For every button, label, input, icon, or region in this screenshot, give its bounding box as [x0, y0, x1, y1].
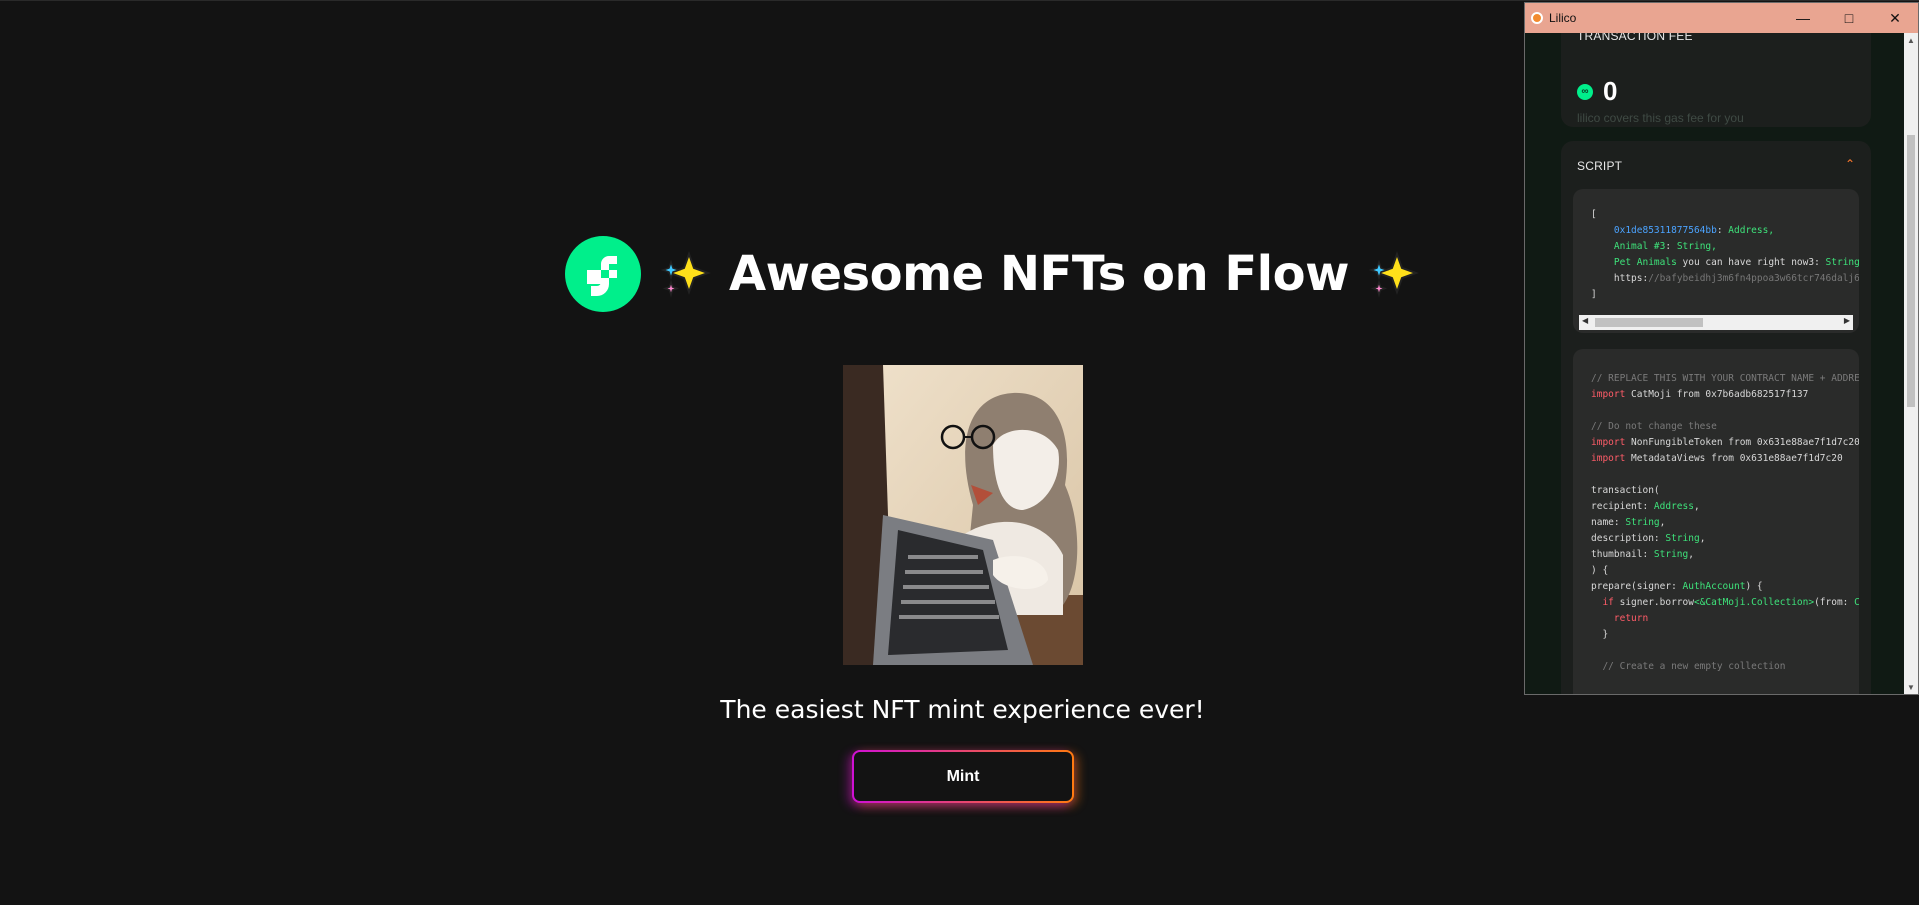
page-title: Awesome NFTs on Flow: [729, 246, 1349, 302]
sparkles-icon: [1368, 251, 1419, 298]
code-line: signer.borrow: [1613, 597, 1694, 608]
code-line: // Create a new empty collection: [1591, 661, 1786, 672]
arg-value: you can have right now3: [1676, 257, 1815, 268]
scroll-right-icon[interactable]: ▶: [1844, 316, 1850, 325]
fee-value: 0: [1603, 76, 1618, 106]
scroll-thumb[interactable]: [1595, 318, 1703, 327]
args-close: ]: [1591, 289, 1597, 300]
scroll-left-icon[interactable]: ◀: [1582, 316, 1588, 325]
code-keyword: if: [1591, 597, 1614, 608]
code-type: String: [1665, 533, 1700, 544]
code-line: thumbnail:: [1591, 549, 1654, 560]
code-line: }: [1591, 629, 1609, 640]
close-icon[interactable]: ✕: [1872, 3, 1918, 33]
script-code-block: // REPLACE THIS WITH YOUR CONTRACT NAME …: [1573, 349, 1859, 694]
arg-type: String,: [1676, 241, 1717, 252]
transaction-fee-card: TRANSACTION FEE ⌃ ∞ 0 lilico covers this…: [1561, 33, 1871, 127]
code-line: transaction(: [1591, 485, 1660, 496]
arg-value: Animal #3: [1613, 241, 1666, 252]
code-keyword: import: [1591, 389, 1626, 400]
minimize-icon[interactable]: —: [1780, 3, 1826, 33]
horizontal-scrollbar[interactable]: ◀ ▶: [1579, 315, 1853, 330]
code-type: AuthAccount: [1682, 581, 1746, 592]
code-line: ) {: [1745, 581, 1763, 592]
arg-value: //bafybeidhj3m6fn4ppoa3w66tcr746dalj6p: [1648, 273, 1859, 284]
flow-token-icon: ∞: [1577, 83, 1593, 100]
args-open: [: [1591, 209, 1597, 220]
lilico-app-icon: [1531, 12, 1543, 24]
sparkles-icon: [660, 251, 711, 298]
code-line: name:: [1591, 517, 1626, 528]
arg-value: Pet Animals: [1613, 257, 1677, 268]
scroll-thumb[interactable]: [1907, 135, 1915, 407]
vertical-scrollbar[interactable]: ▲ ▼: [1904, 33, 1918, 694]
code-type: String: [1653, 549, 1689, 560]
cadence-code: // REPLACE THIS WITH YOUR CONTRACT NAME …: [1591, 371, 1859, 675]
code-type: Address: [1653, 501, 1694, 512]
nft-preview-image: [843, 365, 1083, 665]
fee-header: TRANSACTION FEE: [1577, 33, 1693, 43]
fee-note: lilico covers this gas fee for you: [1577, 111, 1744, 125]
wallet-content: TRANSACTION FEE ⌃ ∞ 0 lilico covers this…: [1525, 33, 1918, 694]
code-line: CatMoji from 0x7b6adb682517f137: [1625, 389, 1809, 400]
arg-type: Address,: [1728, 225, 1775, 236]
scroll-up-icon[interactable]: ▲: [1904, 33, 1918, 47]
code-line: // REPLACE THIS WITH YOUR CONTRACT NAME …: [1591, 373, 1859, 384]
code-line: MetadataViews from 0x631e88ae7f1d7c20: [1625, 453, 1843, 464]
chevron-up-icon[interactable]: ⌃: [1845, 33, 1855, 41]
script-card: SCRIPT ⌃ [ 0x1de85311877564bb: Address, …: [1561, 141, 1871, 694]
tagline: The easiest NFT mint experience ever!: [720, 695, 1205, 724]
scroll-down-icon[interactable]: ▼: [1904, 680, 1918, 694]
window-title: Lilico: [1549, 11, 1577, 25]
window-titlebar[interactable]: Lilico — □ ✕: [1525, 3, 1918, 33]
mint-button[interactable]: Mint: [852, 750, 1074, 803]
maximize-icon[interactable]: □: [1826, 3, 1872, 33]
flow-logo-icon: [565, 236, 641, 312]
script-arguments: [ 0x1de85311877564bb: Address, Animal #3…: [1573, 189, 1859, 333]
arg-value: https:: [1613, 273, 1649, 284]
script-header: SCRIPT: [1577, 159, 1623, 173]
arguments-code: [ 0x1de85311877564bb: Address, Animal #3…: [1591, 207, 1859, 303]
code-line: recipient:: [1591, 501, 1654, 512]
code-line: ) {: [1591, 565, 1609, 576]
code-line: (from:: [1814, 597, 1855, 608]
code-type: <&CatMoji.Collection>: [1693, 597, 1815, 608]
code-keyword: import: [1591, 453, 1626, 464]
code-line: NonFungibleToken from 0x631e88ae7f1d7c20: [1625, 437, 1859, 448]
code-type: String: [1625, 517, 1660, 528]
code-line: description:: [1591, 533, 1666, 544]
fee-row: ∞ 0: [1577, 76, 1617, 107]
code-keyword: return: [1591, 613, 1649, 624]
code-keyword: import: [1591, 437, 1626, 448]
code-type: Ca: [1854, 597, 1859, 608]
chevron-up-icon[interactable]: ⌃: [1845, 157, 1855, 171]
arg-value: 0x1de85311877564bb: [1613, 225, 1717, 236]
code-line: // Do not change these: [1591, 421, 1717, 432]
arg-type: String,: [1825, 257, 1859, 268]
code-line: prepare(signer:: [1591, 581, 1683, 592]
lilico-wallet-window: Lilico — □ ✕ TRANSACTION FEE ⌃ ∞ 0 lilic…: [1524, 2, 1919, 695]
hero-heading: Awesome NFTs on Flow: [565, 234, 1421, 314]
